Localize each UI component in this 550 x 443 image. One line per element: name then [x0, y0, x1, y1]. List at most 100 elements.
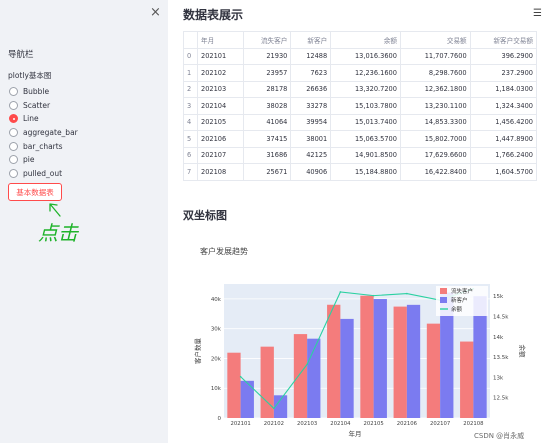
table-cell[interactable]: 15,103.7800 — [330, 97, 401, 115]
table-cell[interactable]: 13,016.3600 — [330, 47, 401, 65]
row-index[interactable]: 7 — [183, 163, 198, 181]
table-cell[interactable]: 33278 — [290, 97, 332, 115]
radio-option-pie[interactable]: pie — [9, 153, 78, 167]
radio-circle-icon[interactable] — [9, 100, 18, 110]
table-cell[interactable]: 17,629.6600 — [399, 146, 471, 164]
table-cell[interactable]: 202103 — [197, 80, 244, 98]
table-cell[interactable]: 21930 — [242, 47, 292, 65]
table-cell[interactable]: 202102 — [197, 64, 244, 82]
table-cell[interactable]: 16,422.8400 — [399, 163, 471, 181]
column-header[interactable]: 余额 — [330, 31, 401, 49]
row-index[interactable]: 0 — [183, 47, 198, 65]
click-annotation: 点击 — [38, 203, 79, 245]
table-cell[interactable]: 1,456.4200 — [469, 113, 538, 131]
x-tick-label: 202102 — [264, 421, 284, 427]
table-cell[interactable]: 202104 — [197, 97, 244, 115]
table-cell[interactable]: 202105 — [197, 113, 244, 131]
radio-option-bubble[interactable]: Bubble — [9, 85, 78, 99]
column-header[interactable]: 年月 — [197, 31, 244, 49]
watermark: CSDN @肖永威 — [474, 432, 525, 440]
table-cell[interactable]: 1,184.0300 — [469, 80, 538, 98]
table-cell[interactable]: 28178 — [242, 80, 292, 98]
table-row[interactable]: 6 202107 31686 42125 14,901.8500 17,629.6600 1… — [183, 146, 538, 164]
table-cell[interactable]: 8,298.7600 — [399, 64, 471, 82]
table-cell[interactable]: 202107 — [197, 146, 244, 164]
table-cell[interactable]: 1,766.2400 — [469, 146, 538, 164]
table-cell[interactable]: 37415 — [242, 130, 292, 148]
dual-axis-chart: 0 10k 20k 30k 40k 12.5k 13k 13.5k 14k 14.5k 15k 202… — [193, 284, 527, 438]
table-cell[interactable]: 38028 — [242, 97, 292, 115]
x-axis-title: 年月 — [349, 429, 362, 438]
radio-circle-icon[interactable] — [9, 87, 18, 97]
radio-option-label: Bubble — [23, 87, 50, 97]
column-header[interactable]: 新客户 — [290, 31, 332, 49]
row-index[interactable]: 6 — [183, 146, 198, 164]
radio-circle-icon[interactable] — [9, 128, 18, 138]
bar-churned — [260, 346, 274, 418]
table-cell[interactable]: 42125 — [290, 146, 332, 164]
table-cell[interactable]: 41064 — [242, 113, 292, 131]
y2-tick-label: 14.5k — [493, 314, 509, 320]
row-index[interactable]: 4 — [183, 113, 198, 131]
table-cell[interactable]: 15,802.7000 — [399, 130, 471, 148]
radio-circle-icon[interactable] — [9, 168, 18, 178]
table-row[interactable]: 0 202101 21930 12488 13,016.3600 11,707.7600 3… — [183, 47, 538, 65]
hamburger-icon[interactable]: ☰ — [533, 8, 542, 19]
table-cell[interactable]: 1,604.5700 — [469, 163, 538, 181]
table-cell[interactable]: 39954 — [290, 113, 332, 131]
table-row[interactable]: 4 202105 41064 39954 15,013.7400 14,853.3300 1… — [183, 113, 538, 131]
close-sidebar-icon[interactable]: × — [150, 6, 161, 20]
radio-option-pulled-out[interactable]: pulled_out — [9, 167, 78, 181]
table-row[interactable]: 3 202104 38028 33278 15,103.7800 13,230.1100 1… — [183, 97, 538, 115]
table-cell[interactable]: 13,320.7200 — [330, 80, 401, 98]
table-cell[interactable]: 13,230.1100 — [399, 97, 471, 115]
table-cell[interactable]: 38001 — [290, 130, 332, 148]
radio-circle-icon[interactable] — [9, 141, 18, 151]
row-index[interactable]: 2 — [183, 80, 198, 98]
line-point — [273, 407, 275, 410]
table-cell[interactable]: 202108 — [197, 163, 244, 181]
table-cell[interactable]: 23957 — [242, 64, 292, 82]
table-cell[interactable]: 15,184.8800 — [330, 163, 401, 181]
column-header[interactable]: 流失客户 — [242, 31, 292, 49]
y2-tick-label: 13.5k — [493, 355, 509, 361]
line-point — [239, 375, 242, 378]
table-cell[interactable]: 15,063.5700 — [330, 130, 401, 148]
table-cell[interactable]: 237.2900 — [469, 64, 538, 82]
table-cell[interactable]: 1,447.8900 — [469, 130, 538, 148]
table-cell[interactable]: 7623 — [290, 64, 332, 82]
radio-option-aggregate-bar[interactable]: aggregate_bar — [9, 126, 78, 140]
table-cell[interactable]: 40906 — [290, 163, 332, 181]
table-cell[interactable]: 12,236.1600 — [330, 64, 401, 82]
table-cell[interactable]: 1,324.3400 — [469, 97, 538, 115]
table-row[interactable]: 5 202106 37415 38001 15,063.5700 15,802.7000 1… — [183, 130, 538, 148]
table-cell[interactable]: 12,362.1800 — [399, 80, 471, 98]
table-row[interactable]: 7 202108 25671 40906 15,184.8800 16,422.8400 1… — [183, 163, 538, 181]
table-cell[interactable]: 14,853.3300 — [399, 113, 471, 131]
table-cell[interactable]: 26636 — [290, 80, 332, 98]
row-index[interactable]: 3 — [183, 97, 198, 115]
radio-option-bar-charts[interactable]: bar_charts — [9, 139, 78, 153]
table-cell[interactable]: 202101 — [197, 47, 244, 65]
radio-selected-icon[interactable] — [9, 114, 18, 124]
row-index[interactable]: 1 — [183, 64, 198, 82]
table-cell[interactable]: 25671 — [242, 163, 292, 181]
column-header[interactable]: 新客户交易额 — [469, 31, 538, 49]
radio-circle-icon[interactable] — [9, 155, 18, 165]
table-cell[interactable]: 15,013.7400 — [330, 113, 401, 131]
radio-option-line[interactable]: Line — [9, 112, 78, 126]
table-cell[interactable]: 11,707.7600 — [399, 47, 471, 65]
table-cell[interactable]: 12488 — [290, 47, 332, 65]
table-cell[interactable]: 396.2900 — [469, 47, 538, 65]
table-row[interactable]: 1 202102 23957 7623 12,236.1600 8,298.7600 237… — [183, 64, 538, 82]
table-cell[interactable]: 31686 — [242, 146, 292, 164]
radio-option-scatter[interactable]: Scatter — [9, 99, 78, 113]
row-index[interactable]: 5 — [183, 130, 198, 148]
table-cell[interactable]: 14,901.8500 — [330, 146, 401, 164]
column-header[interactable] — [183, 31, 198, 49]
table-cell[interactable]: 202106 — [197, 130, 244, 148]
table-row[interactable]: 2 202103 28178 26636 13,320.7200 12,362.1800 1… — [183, 80, 538, 98]
legend-swatch — [440, 288, 447, 294]
radio-option-label: Scatter — [23, 100, 51, 110]
column-header[interactable]: 交易额 — [399, 31, 471, 49]
